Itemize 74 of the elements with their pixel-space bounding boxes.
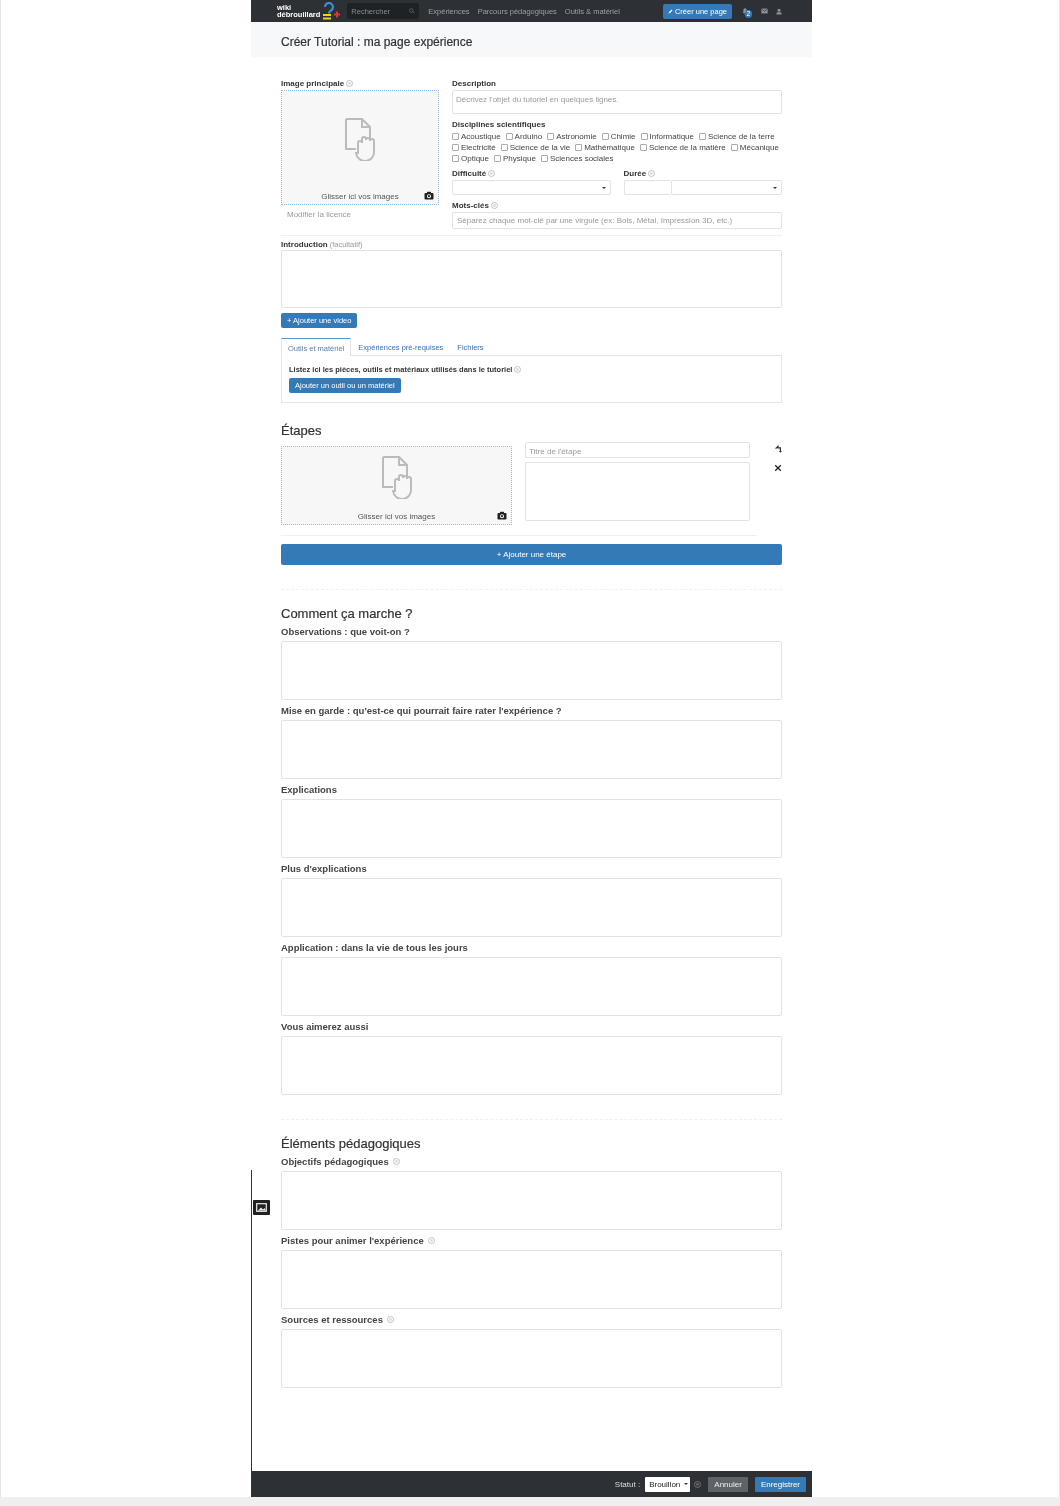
drop-hint: Glisser ici vos images	[357, 512, 436, 521]
text-area[interactable]	[281, 878, 782, 937]
discipline-checkbox[interactable]: Chimie	[601, 131, 636, 142]
duration-unit-select[interactable]	[670, 180, 782, 195]
section-heading: Comment ça marche ?	[281, 589, 782, 621]
cancel-button[interactable]: Annuler	[708, 1476, 748, 1492]
search-icon	[409, 8, 416, 14]
text-area[interactable]	[281, 1036, 782, 1095]
text-area[interactable]	[281, 1171, 782, 1230]
image-tool-button[interactable]	[253, 1200, 270, 1215]
section-heading: Étapes	[281, 423, 323, 438]
help-icon	[346, 80, 354, 87]
duration-field[interactable]	[623, 180, 671, 195]
caret-icon	[773, 187, 777, 189]
field-label: Explications	[281, 783, 337, 795]
discipline-checkbox[interactable]: Science de la terre	[699, 131, 775, 142]
discipline-checkbox[interactable]: Physique	[494, 153, 536, 164]
discipline-checkbox[interactable]: Astronomie	[547, 131, 597, 142]
discipline-checkbox[interactable]: Optique	[452, 153, 490, 164]
field-label: Disciplines scientifiques	[452, 120, 546, 129]
text-area[interactable]	[281, 641, 782, 700]
text-area[interactable]	[281, 1329, 782, 1388]
section-heading: Éléments pédagogiques	[281, 1119, 782, 1151]
field-label: Introduction	[281, 240, 328, 249]
field-label: Difficulté	[452, 169, 487, 178]
field-label: Sources et ressources	[281, 1313, 383, 1325]
camera-icon	[424, 191, 434, 200]
save-button[interactable]: Enregistrer	[754, 1476, 806, 1492]
field-label: Observations : que voit-on ?	[281, 625, 410, 637]
text-area[interactable]	[281, 957, 782, 1016]
discipline-checkbox[interactable]: Informatique	[640, 131, 694, 142]
discipline-checkbox[interactable]: Arduino	[505, 131, 543, 142]
field-label: Mots-clés	[452, 201, 489, 210]
caret-icon	[684, 1482, 689, 1485]
discipline-checkbox[interactable]: Mécanique	[730, 142, 779, 153]
drop-hint: Glisser ici vos images	[321, 192, 399, 201]
field-label: Mise en garde : qu'est-ce qui pourrait faire rater l'expérience ?	[281, 704, 562, 716]
field-label: Vous aimerez aussi	[281, 1020, 369, 1032]
field-label: Plus d'explications	[281, 862, 367, 874]
help-icon	[488, 170, 496, 177]
field-label: Durée	[623, 169, 647, 178]
page-title: Créer Tutorial : ma page expérience	[281, 35, 474, 49]
field-label: Application : dans la vie de tous les jours	[281, 941, 468, 953]
status-select[interactable]: Brouillon	[645, 1476, 691, 1492]
text-area[interactable]	[281, 799, 782, 858]
discipline-checkbox[interactable]: Acoustique	[452, 131, 501, 142]
help-icon	[694, 1480, 702, 1488]
step-text-field[interactable]	[525, 462, 750, 521]
camera-icon	[497, 511, 507, 520]
swap-icon	[774, 445, 782, 454]
discipline-checkbox[interactable]: Mathématique	[575, 142, 635, 153]
discipline-checkbox[interactable]: Sciences sociales	[540, 153, 614, 164]
discipline-checkbox[interactable]: Science de la vie	[500, 142, 571, 153]
add-step-button[interactable]: + Ajouter une étape	[281, 544, 782, 565]
field-label: Description	[452, 79, 496, 88]
help-icon	[648, 170, 656, 177]
discipline-checkbox[interactable]: Science de la matière	[639, 142, 726, 153]
logo-icon	[321, 2, 342, 20]
difficulty-select[interactable]	[452, 180, 611, 195]
field-label: Objectifs pédagogiques	[281, 1155, 389, 1167]
help-icon	[514, 366, 522, 373]
field-label: Pistes pour animer l'expérience	[281, 1234, 424, 1246]
field-label: Image principale	[281, 79, 345, 88]
discipline-checkbox[interactable]: Electricité	[452, 142, 496, 153]
text-area[interactable]	[281, 1250, 782, 1309]
picture-icon	[256, 1203, 267, 1212]
image-drop-zone[interactable]: Glisser ici vos images	[281, 90, 439, 205]
help-icon	[490, 202, 498, 209]
status-label: Statut :	[614, 1479, 641, 1489]
text-area[interactable]	[281, 720, 782, 779]
image-drop-zone[interactable]: Glisser ici vos images	[281, 446, 512, 525]
introduction-field[interactable]	[281, 250, 782, 308]
close-icon	[774, 464, 782, 472]
caret-icon	[601, 187, 606, 189]
